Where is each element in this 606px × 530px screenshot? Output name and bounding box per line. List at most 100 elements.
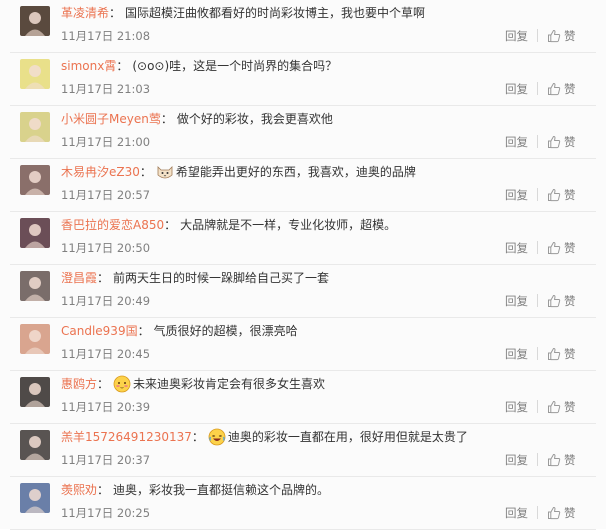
user-avatar[interactable] <box>20 430 50 460</box>
comment-timestamp: 11月17日 20:57 <box>61 188 151 202</box>
comment-username-link[interactable]: Candle939国 <box>61 322 138 340</box>
comment-item: 澄昌霞：前两天生日的时候一跺脚给自己买了一套 11月17日 20:49 回复 赞 <box>0 265 606 318</box>
reply-button[interactable]: 回复 <box>505 28 528 44</box>
thumbs-up-icon <box>547 29 561 43</box>
comment-username-link[interactable]: 羡熙劝 <box>61 481 97 499</box>
thumbs-up-icon <box>547 400 561 414</box>
action-divider <box>537 347 538 360</box>
comment-list: 革凌清希：国际超模汪曲攸都看好的时尚彩妆博主，我也要中个草啊 11月17日 21:… <box>0 0 606 530</box>
user-avatar[interactable] <box>20 165 50 195</box>
reply-button[interactable]: 回复 <box>505 240 528 256</box>
comment-colon: ： <box>191 430 204 444</box>
reply-button[interactable]: 回复 <box>505 399 528 415</box>
comment-item: 羔羊15726491230137： 迪奥的彩妆一直都在用，很好用但就是太贵了 11月… <box>0 424 606 477</box>
comment-colon: ： <box>137 324 150 338</box>
user-avatar[interactable] <box>20 218 50 248</box>
comment-content: 木易冉汐eZ30： 希望能弄出更好的东西，我喜欢，迪奥的品牌 <box>61 163 416 181</box>
thumbs-up-icon <box>547 294 561 308</box>
user-avatar[interactable] <box>20 377 50 407</box>
action-divider <box>537 294 538 307</box>
comment-content: Candle939国：气质很好的超模，很漂亮哈 <box>61 322 298 340</box>
like-button[interactable]: 赞 <box>547 133 576 151</box>
reply-button[interactable]: 回复 <box>505 346 528 362</box>
comment-colon: ： <box>164 218 177 232</box>
comment-timestamp: 11月17日 21:03 <box>61 82 151 96</box>
comment-colon: ： <box>97 377 110 391</box>
like-label: 赞 <box>564 29 576 43</box>
comment-content: 革凌清希：国际超模汪曲攸都看好的时尚彩妆博主，我也要中个草啊 <box>61 4 425 22</box>
action-divider <box>537 400 538 413</box>
user-avatar[interactable] <box>20 59 50 89</box>
comment-text: 前两天生日的时候一跺脚给自己买了一套 <box>113 271 330 285</box>
comment-text: 希望能弄出更好的东西，我喜欢，迪奥的品牌 <box>175 165 416 179</box>
cat-face-emoji <box>156 163 174 181</box>
comment-item: 革凌清希：国际超模汪曲攸都看好的时尚彩妆博主，我也要中个草啊 11月17日 21:… <box>0 0 606 53</box>
reply-button[interactable]: 回复 <box>505 81 528 97</box>
like-button[interactable]: 赞 <box>547 398 576 416</box>
comment-timestamp: 11月17日 20:49 <box>61 294 151 308</box>
comment-username-link[interactable]: 木易冉汐eZ30 <box>61 163 140 181</box>
comment-item: 惠鸥方： 未来迪奥彩妆肯定会有很多女生喜欢 11月17日 20:39 回复 赞 <box>0 371 606 424</box>
user-avatar[interactable] <box>20 6 50 36</box>
like-button[interactable]: 赞 <box>547 27 576 45</box>
comment-text: 迪奥的彩妆一直都在用，很好用但就是太贵了 <box>227 430 468 444</box>
user-avatar[interactable] <box>20 483 50 513</box>
user-avatar[interactable] <box>20 324 50 354</box>
comment-username-link[interactable]: 革凌清希 <box>61 4 109 22</box>
reply-button[interactable]: 回复 <box>505 452 528 468</box>
like-label: 赞 <box>564 400 576 414</box>
reply-button[interactable]: 回复 <box>505 505 528 521</box>
reply-button[interactable]: 回复 <box>505 187 528 203</box>
comment-text: 迪奥，彩妆我一直都挺信赖这个品牌的。 <box>113 483 330 497</box>
like-button[interactable]: 赞 <box>547 504 576 522</box>
like-button[interactable]: 赞 <box>547 451 576 469</box>
thumbs-up-icon <box>547 347 561 361</box>
action-divider <box>537 188 538 201</box>
like-button[interactable]: 赞 <box>547 186 576 204</box>
action-divider <box>537 82 538 95</box>
comment-content: 羡熙劝：迪奥，彩妆我一直都挺信赖这个品牌的。 <box>61 481 329 499</box>
like-button[interactable]: 赞 <box>547 239 576 257</box>
like-button[interactable]: 赞 <box>547 292 576 310</box>
reply-button[interactable]: 回复 <box>505 293 528 309</box>
comment-item: 木易冉汐eZ30： 希望能弄出更好的东西，我喜欢，迪奥的品牌 11月17日 20:5… <box>0 159 606 212</box>
comment-content: 澄昌霞：前两天生日的时候一跺脚给自己买了一套 <box>61 269 329 287</box>
action-divider <box>537 29 538 42</box>
thumbs-up-icon <box>547 135 561 149</box>
shy-face-emoji <box>113 375 131 393</box>
like-label: 赞 <box>564 241 576 255</box>
comment-item: Candle939国：气质很好的超模，很漂亮哈 11月17日 20:45 回复赞 <box>0 318 606 371</box>
comment-timestamp: 11月17日 20:25 <box>61 506 151 520</box>
comment-text: 做个好的彩妆，我会更喜欢他 <box>176 112 333 126</box>
like-label: 赞 <box>564 506 576 520</box>
comment-content: 羔羊15726491230137： 迪奥的彩妆一直都在用，很好用但就是太贵了 <box>61 428 468 446</box>
comment-timestamp: 11月17日 20:39 <box>61 400 151 414</box>
like-button[interactable]: 赞 <box>547 345 576 363</box>
comment-colon: ： <box>97 271 110 285</box>
user-avatar[interactable] <box>20 112 50 142</box>
comment-item: simonx霄： (⊙o⊙)哇，这是一个时尚界的集合吗？ 11月17日 21:03 回… <box>0 53 606 106</box>
thumbs-up-icon <box>547 506 561 520</box>
like-label: 赞 <box>564 82 576 96</box>
comment-username-link[interactable]: 小米圆子Meyen莺 <box>61 110 161 128</box>
comment-timestamp: 11月17日 21:00 <box>61 135 151 149</box>
comment-text: (⊙o⊙)哇，这是一个时尚界的集合吗？ <box>132 59 338 73</box>
action-divider <box>537 135 538 148</box>
user-avatar[interactable] <box>20 271 50 301</box>
thumbs-up-icon <box>547 453 561 467</box>
action-divider <box>537 241 538 254</box>
comment-username-link[interactable]: 香巴拉的爱恋A850 <box>61 216 164 234</box>
thumbs-up-icon <box>547 82 561 96</box>
comment-item: 羡熙劝：迪奥，彩妆我一直都挺信赖这个品牌的。 11月17日 20:25 回复 赞 <box>0 477 606 530</box>
like-button[interactable]: 赞 <box>547 80 576 98</box>
comment-username-link[interactable]: 羔羊15726491230137 <box>61 428 192 446</box>
comment-username-link[interactable]: simonx霄 <box>61 57 116 75</box>
comment-item: 小米圆子Meyen莺：做个好的彩妆，我会更喜欢他 11月17日 21:00 回复 赞 <box>0 106 606 159</box>
comment-colon: ： <box>97 483 110 497</box>
like-label: 赞 <box>564 453 576 467</box>
comment-text: 未来迪奥彩妆肯定会有很多女生喜欢 <box>133 377 326 391</box>
reply-button[interactable]: 回复 <box>505 134 528 150</box>
comment-username-link[interactable]: 惠鸥方 <box>61 375 97 393</box>
comment-username-link[interactable]: 澄昌霞 <box>61 269 97 287</box>
comment-item: 香巴拉的爱恋A850：大品牌就是不一样，专业化妆师，超模。 11月17日 20:5… <box>0 212 606 265</box>
